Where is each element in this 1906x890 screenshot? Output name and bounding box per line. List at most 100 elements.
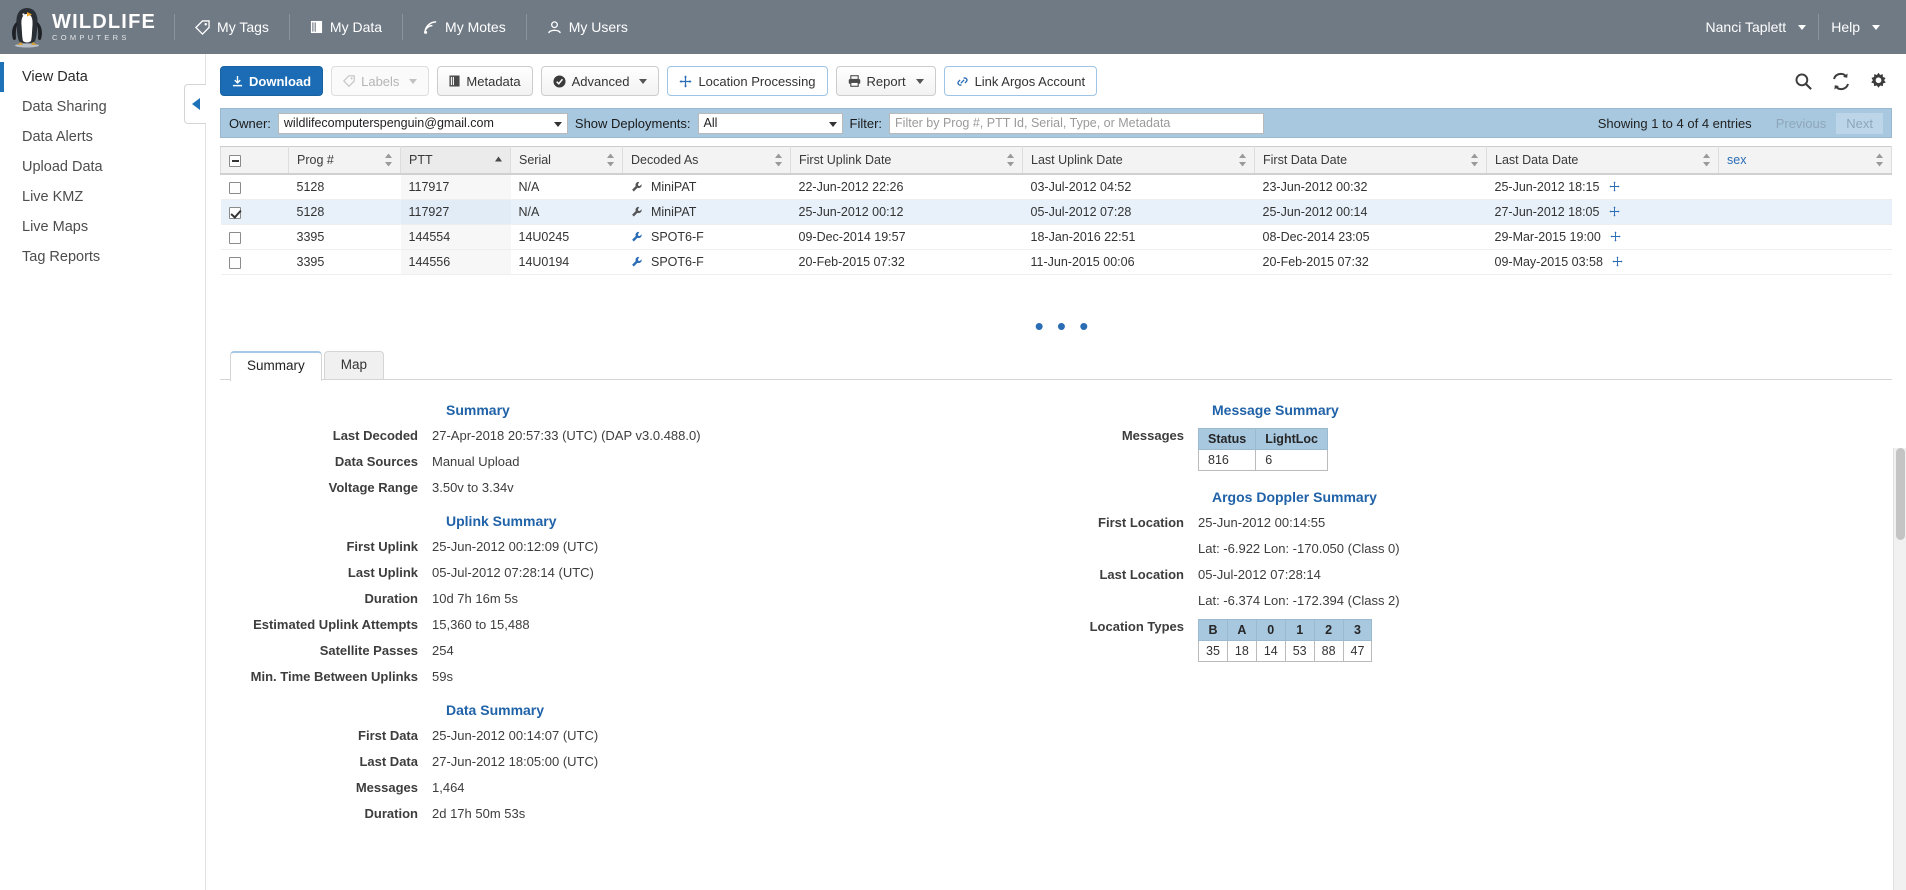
search-icon[interactable] [1794,72,1813,91]
cell-sex [1718,224,1892,250]
advanced-button[interactable]: Advanced [540,66,660,96]
cell-prog: 5128 [288,199,401,225]
toolbar-icon-group [1794,72,1892,91]
row-checkbox[interactable] [228,256,241,269]
help-menu[interactable]: Help [1819,0,1892,54]
page-body: View Data Data Sharing Data Alerts Uploa… [0,54,1906,890]
sort-both-icon [1876,153,1883,167]
table-row[interactable]: 5128 117927 N/A MiniPAT 25-Jun-2012 00:1… [220,199,1892,225]
filter-input[interactable] [889,112,1265,134]
field-label: Voltage Range [328,480,418,495]
printer-icon [848,75,860,87]
row-checkbox[interactable] [228,181,241,194]
sidebar-item-tag-reports[interactable]: Tag Reports [0,242,205,272]
cell-ptt: 144556 [400,249,511,275]
metadata-button[interactable]: Metadata [437,66,533,96]
column-header-first-uplink-date[interactable]: First Uplink Date [790,146,1023,175]
field-value: 25-Jun-2012 00:14:07 (UTC) [432,728,599,743]
column-header-status: Status [1197,428,1257,450]
column-header-last-data-date[interactable]: Last Data Date [1486,146,1719,175]
column-header-last-uplink-date[interactable]: Last Uplink Date [1022,146,1255,175]
owner-select[interactable]: wildlifecomputerspenguin@gmail.com [277,112,568,134]
user-menu[interactable]: Nanci Taplett [1694,0,1819,54]
row-checkbox[interactable] [228,206,241,219]
detail-pane-scrollbar[interactable] [1893,448,1906,890]
labels-button[interactable]: Labels [331,66,430,96]
move-crosshair-icon[interactable] [1610,231,1621,242]
cell-prog: 5128 [288,174,401,200]
deployments-table: Prog # PTT Serial Decoded As First Uplin… [220,146,1892,275]
last-data-label: 27-Jun-2012 18:05 [1494,205,1600,219]
report-button[interactable]: Report [835,66,936,96]
gear-icon[interactable] [1869,72,1888,91]
brand-name: WILDLIFE [52,11,157,34]
scrollbar-thumb[interactable] [1896,448,1905,540]
row-select-cell[interactable] [220,249,289,275]
column-header-serial[interactable]: Serial [510,146,623,175]
sidebar-item-data-sharing[interactable]: Data Sharing [0,92,205,122]
sort-ascending-icon [495,156,502,162]
sidebar-item-label: Tag Reports [22,249,101,265]
pane-resize-handle[interactable]: • • • [220,313,1906,341]
brand-logo[interactable]: WILDLIFE COMPUTERS [10,6,174,48]
tab-map[interactable]: Map [323,351,385,379]
nav-item-my-data[interactable]: My Data [290,0,402,54]
column-label: Last Data Date [1495,153,1579,167]
field-value: 27-Apr-2018 20:57:33 (UTC) (DAP v3.0.488… [432,428,701,443]
location-processing-button[interactable]: Location Processing [667,66,828,96]
summary-right-column: Message Summary Messages Status LightLoc… [1052,398,1884,832]
field-data-duration: Duration 2d 17h 50m 53s [220,806,1052,821]
field-label: First Data [358,728,418,743]
nav-item-my-users[interactable]: My Users [527,0,648,54]
chevron-down-icon [828,121,837,127]
show-deployments-select[interactable]: All [697,112,843,134]
tab-summary[interactable]: Summary [230,351,322,381]
cell-first-data: 23-Jun-2012 00:32 [1254,174,1487,200]
table-row[interactable]: 3395 144556 14U0194 SPOT6-F 20-Feb-2015 … [220,249,1892,275]
sidebar-item-live-kmz[interactable]: Live KMZ [0,182,205,212]
field-value: 05-Jul-2012 07:28:14 [1198,567,1321,582]
penguin-logo-icon [12,8,42,48]
check-circle-icon [553,74,566,88]
move-crosshair-icon[interactable] [1612,256,1623,267]
column-label: sex [1727,153,1747,167]
sidebar-item-view-data[interactable]: View Data [0,62,205,92]
nav-item-my-tags[interactable]: My Tags [175,0,289,54]
nav-item-my-motes[interactable]: My Motes [403,0,526,54]
move-crosshair-icon[interactable] [1609,206,1620,217]
table-row[interactable]: 3395 144554 14U0245 SPOT6-F 09-Dec-2014 … [220,224,1892,250]
sort-both-icon [385,153,392,167]
select-all-checkbox[interactable] [229,154,241,167]
sidebar-item-data-alerts[interactable]: Data Alerts [0,122,205,152]
column-header-first-data-date[interactable]: First Data Date [1254,146,1487,175]
column-header-decoded-as[interactable]: Decoded As [622,146,791,175]
decoded-as-label: MiniPAT [650,205,697,219]
sidebar-collapse-button[interactable] [184,84,206,124]
previous-page-button[interactable]: Previous [1766,113,1837,134]
link-argos-account-button[interactable]: Link Argos Account [943,66,1098,96]
tab-label: Summary [247,358,305,373]
select-all-header[interactable] [220,146,289,175]
row-select-cell[interactable] [220,174,289,200]
column-header-class-3: 3 [1342,619,1373,641]
field-value: Lat: -6.922 Lon: -170.050 (Class 0) [1198,541,1400,556]
cell-last-data: 09-May-2015 03:58 [1486,249,1719,275]
next-page-button[interactable]: Next [1836,112,1883,134]
field-label: Estimated Uplink Attempts [253,617,418,632]
download-button[interactable]: Download [220,66,324,96]
filter-bar: Owner: wildlifecomputerspenguin@gmail.co… [220,108,1892,138]
refresh-icon[interactable] [1831,72,1851,91]
table-row[interactable]: 5128 117917 N/A MiniPAT 22-Jun-2012 22:2… [220,174,1892,200]
row-select-cell[interactable] [220,199,289,225]
sidebar-item-upload-data[interactable]: Upload Data [0,152,205,182]
column-header-ptt[interactable]: PTT [400,146,511,175]
column-header-prog[interactable]: Prog # [288,146,401,175]
move-crosshair-icon [679,74,692,88]
help-label: Help [1831,19,1860,35]
sidebar-item-live-maps[interactable]: Live Maps [0,212,205,242]
column-header-sex[interactable]: sex [1718,146,1892,175]
row-select-cell[interactable] [220,224,289,250]
section-title-message-summary: Message Summary [1212,402,1339,418]
row-checkbox[interactable] [228,231,241,244]
move-crosshair-icon[interactable] [1609,181,1620,192]
